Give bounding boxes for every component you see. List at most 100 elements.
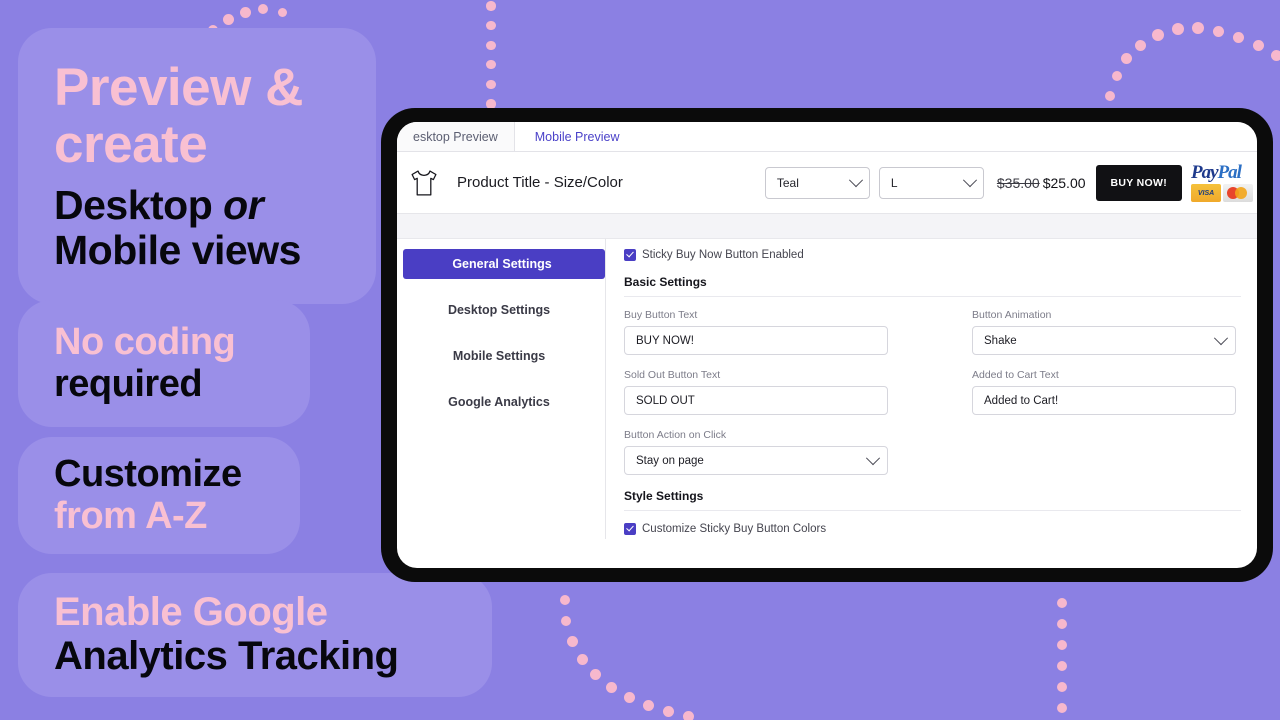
sticky-buy-preview-bar: Product Title - Size/Color Teal L $35.00… [397,152,1257,214]
promo-card-preview-create: Preview & create Desktop or Mobile views [18,28,376,304]
buy-button-text-field: Buy Button Text BUY NOW! [624,309,888,355]
decorative-dot [277,7,287,17]
button-action-value: Stay on page [636,454,704,467]
app-screen: esktop Preview Mobile Preview Product Ti… [397,122,1257,568]
chevron-down-icon [962,172,977,187]
sidebar-item-desktop-settings[interactable]: Desktop Settings [397,295,605,325]
decorative-dot [561,616,571,626]
settings-column-left: Buy Button Text BUY NOW! Sold Out Button… [624,309,888,489]
decorative-dot [682,710,694,720]
decorative-dot [642,699,654,711]
layout-spacer [972,429,1236,487]
visa-icon: VISA [1191,184,1221,202]
promo-line: Desktop or [54,184,340,227]
decorative-dot [1192,22,1204,34]
decorative-dot [1172,23,1184,35]
decorative-dot [1134,39,1146,51]
decorative-dot [566,635,578,647]
decorative-dot [1057,619,1067,629]
decorative-dot [258,4,268,14]
decorative-dot [486,79,496,89]
settings-sidebar: General Settings Desktop Settings Mobile… [397,239,606,539]
promo-line: Enable Google [54,590,328,635]
sticky-enabled-row[interactable]: Sticky Buy Now Button Enabled [624,249,1241,261]
mastercard-circle-right [1235,187,1247,199]
promo-line: required [54,362,203,405]
decorative-dot [486,21,496,31]
decorative-dot [1112,71,1122,81]
promo-line: from A-Z [54,494,207,537]
decorative-dot [560,595,570,605]
customize-colors-row[interactable]: Customize Sticky Buy Button Colors [624,523,1241,535]
poster-canvas: Preview & create Desktop or Mobile views… [0,0,1280,720]
sold-out-button-text-field: Sold Out Button Text SOLD OUT [624,369,888,415]
decorative-dot [1212,25,1224,37]
promo-card-no-coding: No coding required [18,300,310,427]
decorative-dot [1057,682,1067,692]
sidebar-item-google-analytics[interactable]: Google Analytics [397,387,605,417]
settings-column-right: Button Animation Shake Added to Cart Tex… [972,309,1236,489]
preview-tabbar: esktop Preview Mobile Preview [397,122,1257,152]
color-variant-select[interactable]: Teal [764,166,870,199]
price-display: $35.00 $25.00 [997,175,1086,191]
button-action-field: Button Action on Click Stay on page [624,429,888,475]
button-animation-field: Button Animation Shake [972,309,1236,355]
promo-line-emphasis: or [223,182,264,229]
paypal-logo: PayPal [1191,163,1257,182]
tab-mobile-preview[interactable]: Mobile Preview [514,122,636,151]
added-to-cart-text-label: Added to Cart Text [972,369,1059,381]
color-variant-value: Teal [776,175,799,190]
size-variant-value: L [890,175,898,190]
added-to-cart-text-input[interactable]: Added to Cart! [972,386,1236,415]
decorative-dot [589,668,601,680]
preview-settings-divider [397,214,1257,239]
decorative-dot [239,6,251,18]
sidebar-item-general-settings[interactable]: General Settings [403,249,605,279]
size-variant-select[interactable]: L [878,166,984,199]
settings-panel: Sticky Buy Now Button Enabled Basic Sett… [606,239,1257,539]
decorative-dot [1152,29,1164,41]
button-action-select[interactable]: Stay on page [624,446,888,475]
tablet-device-frame: esktop Preview Mobile Preview Product Ti… [381,108,1273,582]
price-sale: $25.00 [1042,174,1086,191]
decorative-dot [486,60,496,70]
decorative-dot [1270,49,1280,61]
decorative-dot [1120,52,1132,64]
price-original: $35.00 [996,174,1040,191]
customize-colors-label: Customize Sticky Buy Button Colors [642,523,827,535]
buy-button-text-input[interactable]: BUY NOW! [624,326,888,355]
sold-out-button-text-label: Sold Out Button Text [624,369,721,381]
decorative-dot [1252,39,1264,51]
tshirt-icon [411,169,437,196]
decorative-dot [605,681,617,693]
decorative-dot [623,691,635,703]
sold-out-button-text-input[interactable]: SOLD OUT [624,386,888,415]
decorative-dot [222,13,234,25]
button-action-label: Button Action on Click [624,429,727,441]
sticky-enabled-checkbox[interactable] [624,249,636,261]
sticky-enabled-label: Sticky Buy Now Button Enabled [642,249,804,261]
promo-line: Preview & [54,58,303,118]
tab-desktop-preview[interactable]: esktop Preview [397,122,515,151]
decorative-dot [1057,640,1067,650]
chevron-down-icon [865,450,881,465]
decorative-dot [1057,661,1067,671]
buy-now-button[interactable]: BUY NOW! [1095,164,1182,201]
promo-card-customize: Customize from A-Z [18,437,300,554]
decorative-dot [1232,31,1244,43]
paypal-badge: PayPal VISA [1191,163,1257,202]
added-to-cart-text-field: Added to Cart Text Added to Cart! [972,369,1236,415]
decorative-dot [1105,91,1115,101]
sidebar-item-mobile-settings[interactable]: Mobile Settings [397,341,605,371]
promo-card-google-analytics: Enable Google Analytics Tracking [18,573,492,697]
promo-line: create [54,115,208,175]
customize-colors-checkbox[interactable] [624,523,636,535]
mastercard-icon [1223,184,1253,202]
payment-cards-row: VISA [1191,184,1257,202]
decorative-dot [486,1,496,11]
settings-grid: Buy Button Text BUY NOW! Sold Out Button… [624,309,1241,489]
decorative-dot [486,40,496,50]
button-animation-select[interactable]: Shake [972,326,1236,355]
decorative-dot [576,653,588,665]
product-title: Product Title - Size/Color [457,174,623,191]
